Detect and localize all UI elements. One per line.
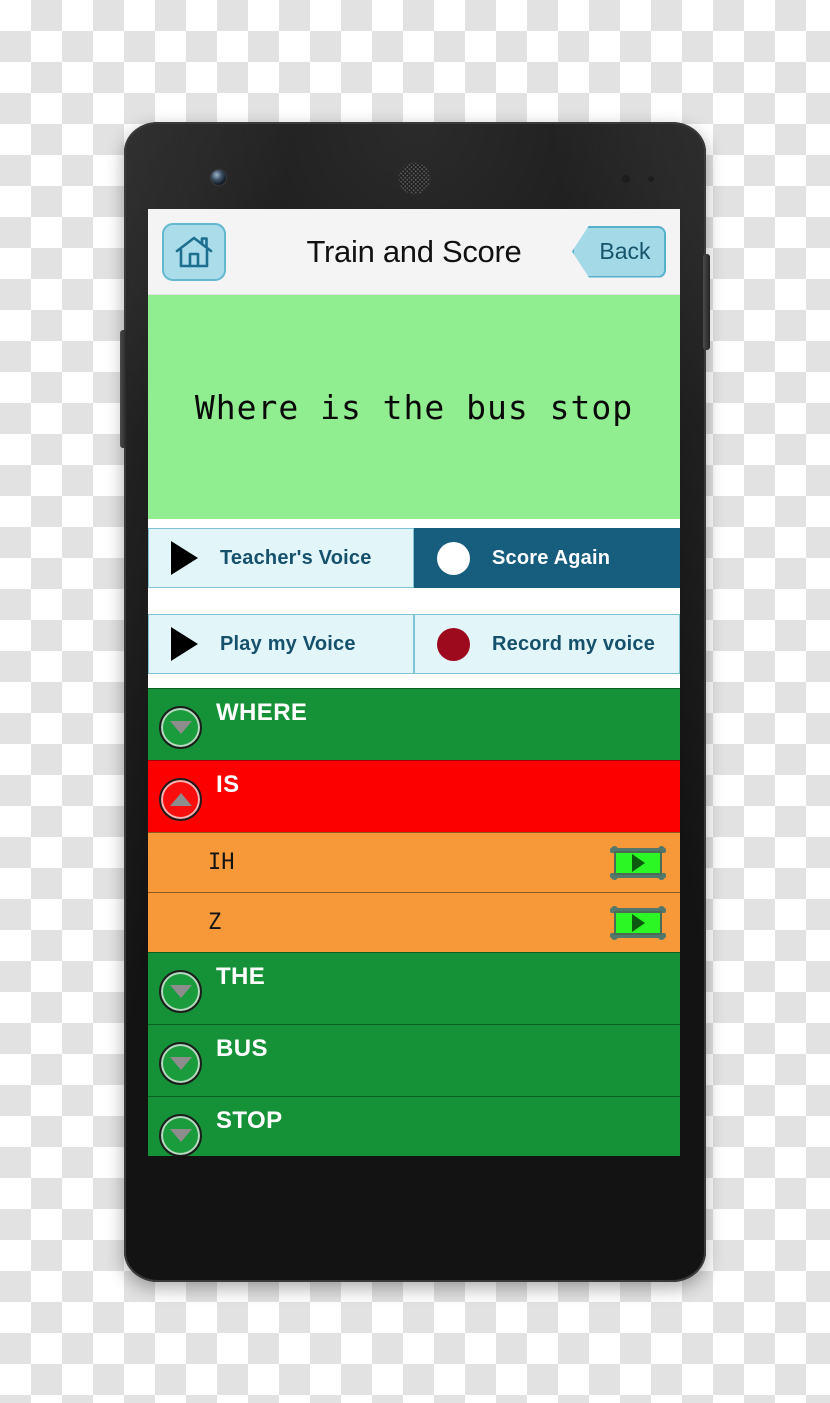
- record-my-voice-button[interactable]: Record my voice: [414, 614, 680, 674]
- triangle-down-glyph: [169, 721, 192, 734]
- triangle-down-glyph: [169, 985, 192, 998]
- voice-control-row-2: Play my Voice Record my voice: [148, 614, 680, 674]
- video-play-icon[interactable]: [610, 845, 666, 880]
- phoneme-label: IH: [208, 850, 235, 875]
- word-row-where[interactable]: WHERE: [148, 688, 680, 760]
- phone-screen: Train and Score Back Where is the bus st…: [148, 209, 680, 1156]
- teachers-voice-label: Teacher's Voice: [220, 546, 372, 569]
- voice-control-row-1: Teacher's Voice Score Again: [148, 528, 680, 588]
- chevron-down-icon[interactable]: [159, 1042, 202, 1085]
- chevron-down-icon[interactable]: [159, 970, 202, 1013]
- video-play-icon[interactable]: [610, 905, 666, 940]
- word-label: IS: [216, 771, 240, 798]
- play-triangle-glyph: [631, 913, 645, 932]
- film-reel: [614, 850, 662, 875]
- record-circle-icon: [437, 627, 470, 661]
- chevron-down-icon[interactable]: [159, 706, 202, 749]
- volume-button[interactable]: [120, 330, 127, 448]
- play-my-voice-label: Play my Voice: [220, 632, 356, 655]
- word-label: BUS: [216, 1035, 268, 1062]
- phoneme-row-ih[interactable]: IH: [148, 832, 680, 892]
- earpiece-speaker-icon: [398, 162, 431, 195]
- play-icon: [171, 627, 198, 661]
- home-icon: [175, 235, 213, 269]
- white-circle-icon: [437, 541, 470, 575]
- phoneme-row-z[interactable]: Z: [148, 892, 680, 952]
- teachers-voice-button[interactable]: Teacher's Voice: [148, 528, 414, 588]
- triangle-down-glyph: [169, 1129, 192, 1142]
- back-button[interactable]: Back: [572, 225, 666, 278]
- word-row-bus[interactable]: BUS: [148, 1024, 680, 1096]
- chevron-up-icon[interactable]: [159, 778, 202, 821]
- score-again-label: Score Again: [492, 546, 611, 569]
- home-button[interactable]: [162, 222, 226, 281]
- word-label: THE: [216, 963, 266, 990]
- app-header: Train and Score Back: [148, 209, 680, 295]
- front-camera-icon: [211, 170, 226, 185]
- play-triangle-glyph: [631, 853, 645, 872]
- phone-device: Train and Score Back Where is the bus st…: [120, 122, 710, 1282]
- word-row-is[interactable]: IS: [148, 760, 680, 832]
- word-row-stop[interactable]: STOP: [148, 1096, 680, 1156]
- chevron-down-icon[interactable]: [159, 1114, 202, 1156]
- score-again-button[interactable]: Score Again: [414, 528, 680, 588]
- word-label: STOP: [216, 1107, 283, 1134]
- play-my-voice-button[interactable]: Play my Voice: [148, 614, 414, 674]
- sentence-text: Where is the bus stop: [194, 387, 634, 427]
- word-label: WHERE: [216, 699, 308, 726]
- film-reel: [614, 910, 662, 935]
- word-row-the[interactable]: THE: [148, 952, 680, 1024]
- triangle-down-glyph: [169, 1057, 192, 1070]
- power-button[interactable]: [703, 254, 710, 350]
- proximity-sensor-icon: [622, 175, 630, 183]
- record-my-voice-label: Record my voice: [492, 632, 656, 655]
- sentence-panel: Where is the bus stop: [148, 295, 680, 519]
- light-sensor-icon: [648, 176, 654, 182]
- triangle-up-glyph: [169, 793, 192, 806]
- back-button-label: Back: [599, 238, 651, 264]
- word-score-list: WHERE IS IH Z THE BUS STOP: [148, 688, 680, 1156]
- phoneme-label: Z: [208, 910, 222, 935]
- play-icon: [171, 541, 198, 575]
